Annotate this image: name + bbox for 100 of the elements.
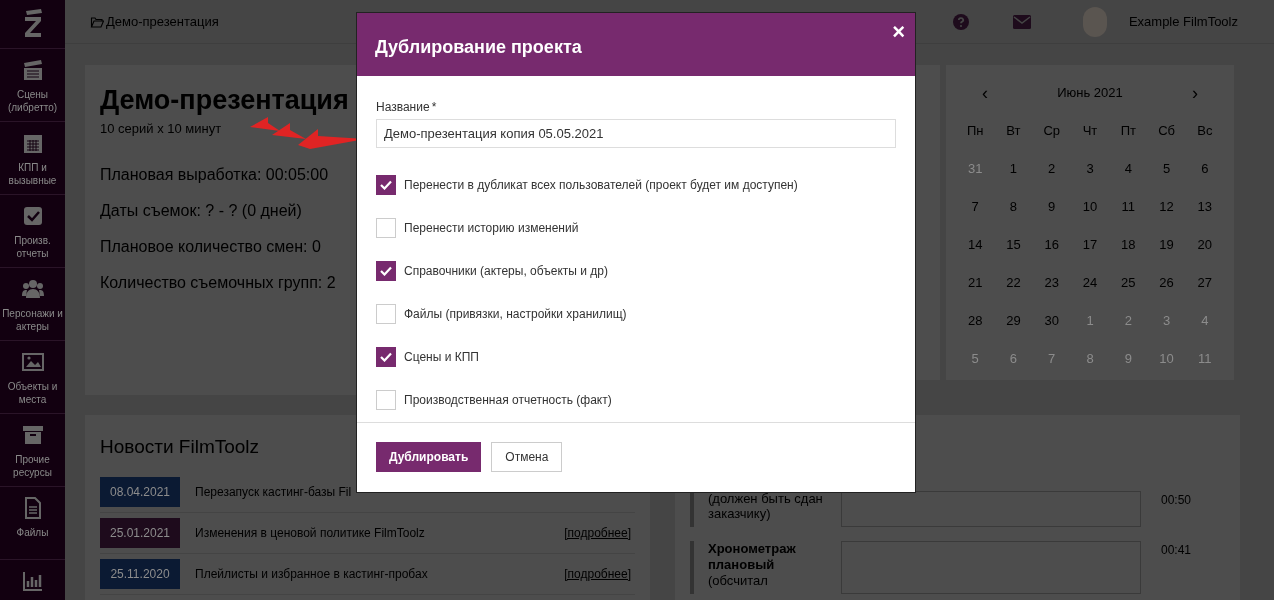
weekday-label: Пн (966, 121, 984, 140)
calendar-day[interactable]: 23 (1044, 272, 1059, 311)
sidebar-item[interactable]: Файлы (0, 486, 65, 559)
checkbox-label: Файлы (привязки, настройки хранилищ) (404, 305, 627, 323)
calendar-icon (21, 132, 44, 154)
checkbox[interactable] (376, 389, 396, 410)
calendar-day[interactable]: 9 (1124, 348, 1132, 387)
checkbox[interactable] (376, 260, 396, 281)
news-title: Новости FilmToolz (100, 435, 260, 459)
checkbox[interactable] (376, 217, 396, 238)
checkbox-label: Сцены и КПП (404, 348, 479, 366)
people-icon (21, 278, 44, 300)
calendar-day[interactable]: 3 (1086, 158, 1094, 197)
calendar-day[interactable]: 7 (1048, 348, 1056, 387)
calendar-day[interactable]: 15 (1006, 234, 1021, 273)
calendar-day[interactable]: 31 (967, 158, 983, 197)
calendar-day[interactable]: 10 (1082, 196, 1098, 235)
calendar-day[interactable]: 13 (1197, 196, 1213, 235)
calendar-day[interactable]: 10 (1159, 348, 1174, 387)
checkbox[interactable] (376, 346, 396, 367)
field-label: Название (376, 100, 430, 114)
calendar-day[interactable]: 6 (1201, 158, 1209, 197)
bar-chart-icon (21, 570, 44, 592)
weekday-label: Пт (1120, 121, 1136, 140)
project-subtitle: 10 серий x 10 минут (100, 120, 222, 138)
weekday-label: Сб (1158, 121, 1175, 140)
duplicate-button[interactable]: Дублировать (376, 441, 482, 472)
timing-note: (должен быть сдан заказчику) (708, 491, 824, 521)
calendar-day[interactable]: 30 (1044, 310, 1059, 349)
calendar-day[interactable]: 27 (1197, 272, 1213, 311)
stat-line: Даты съемок: ? - ? (0 дней) (100, 200, 302, 221)
calendar-day[interactable]: 21 (967, 272, 983, 311)
date-badge: 08.04.2021 (100, 476, 180, 507)
stat-line: Плановая выработка: 00:05:00 (100, 164, 329, 185)
timing-title: Хронометраж плановый (708, 541, 797, 573)
sidebar-item[interactable]: Сцены (либретто) (0, 48, 65, 121)
calendar-day[interactable]: 29 (1006, 310, 1021, 349)
weekday-label: Ср (1043, 121, 1060, 140)
calendar-day[interactable]: 12 (1159, 196, 1174, 235)
calendar-day[interactable]: 11 (1198, 348, 1212, 387)
dialog-title: Дублирование проекта (375, 36, 582, 59)
calendar-day[interactable]: 4 (1124, 158, 1132, 197)
checkbox[interactable] (376, 303, 396, 324)
breadcrumb-link[interactable]: Демо-презентация (106, 11, 219, 32)
calendar-day[interactable]: 2 (1124, 310, 1132, 349)
calendar-day[interactable]: 20 (1197, 234, 1213, 273)
checkbox-icon (21, 205, 44, 227)
calendar-day[interactable]: 6 (1009, 348, 1018, 387)
user-name[interactable]: Example FilmToolz (1128, 11, 1238, 32)
calendar-day[interactable]: 16 (1044, 234, 1059, 273)
previous-month-button[interactable]: ‹ (982, 83, 988, 102)
calendar-day[interactable]: 4 (1201, 310, 1209, 349)
sidebar-item[interactable]: Произв. отчеты (0, 194, 65, 267)
next-month-button[interactable]: › (1192, 83, 1198, 102)
close-button[interactable]: × (892, 21, 905, 43)
calendar-day[interactable]: 14 (967, 234, 983, 273)
calendar-day[interactable]: 2 (1048, 158, 1056, 197)
calendar-day[interactable]: 5 (971, 348, 979, 387)
help-icon[interactable] (952, 13, 969, 30)
sidebar-item[interactable]: КПП и вызывные (0, 121, 65, 194)
check-icon (380, 179, 392, 190)
checkbox-label: Перенести историю изменений (404, 219, 579, 237)
calendar-day[interactable]: 1 (1009, 158, 1018, 197)
calendar-day[interactable]: 5 (1162, 158, 1171, 197)
calendar-day[interactable]: 22 (1006, 272, 1021, 311)
calendar-day[interactable]: 7 (971, 196, 979, 235)
weekday-label: Чт (1082, 121, 1098, 140)
calendar-day[interactable]: 18 (1121, 234, 1136, 273)
calendar-day[interactable]: 11 (1121, 196, 1136, 235)
more-link[interactable]: [подробнее] (564, 564, 631, 583)
calendar-day[interactable]: 8 (1086, 348, 1094, 387)
calendar-day[interactable]: 1 (1086, 310, 1094, 349)
calendar-day[interactable]: 8 (1009, 196, 1018, 235)
check-icon (380, 265, 392, 276)
news-headline[interactable]: Перезапуск кастинг-базы Fil (195, 482, 352, 501)
calendar-day[interactable]: 25 (1121, 272, 1136, 311)
cancel-button[interactable]: Отмена (491, 441, 563, 472)
stat-line: Количество съемочных групп: 2 (100, 272, 336, 293)
calendar-day[interactable]: 24 (1082, 272, 1098, 311)
weekday-label: Вт (1006, 121, 1021, 140)
more-link[interactable]: [подробнее] (564, 523, 631, 542)
calendar-day[interactable]: 3 (1162, 310, 1171, 349)
weekday-label: Вс (1197, 121, 1213, 140)
news-headline[interactable]: Плейлисты и избранное в кастинг-пробах (195, 564, 428, 583)
calendar-day[interactable]: 26 (1159, 272, 1174, 311)
sidebar-item[interactable]: Прочие ресурсы (0, 413, 65, 486)
news-headline[interactable]: Изменения в ценовой политике FilmToolz (195, 523, 425, 542)
sidebar-item[interactable]: Персонажи и актеры (0, 267, 65, 340)
check-icon (380, 351, 392, 362)
stat-line: Плановое количество смен: 0 (100, 236, 321, 257)
calendar-day[interactable]: 17 (1082, 234, 1098, 273)
mail-icon[interactable] (1012, 14, 1031, 29)
date-badge: 25.11.2020 (100, 558, 180, 589)
calendar-day[interactable]: 28 (967, 310, 983, 349)
name-input[interactable]: Демо-презентация копия 05.05.2021 (376, 119, 896, 148)
time-label: 00:41 (1161, 542, 1192, 559)
calendar-day[interactable]: 9 (1048, 196, 1056, 235)
checkbox[interactable] (376, 174, 396, 195)
sidebar-item[interactable]: Объекты и места (0, 340, 65, 413)
calendar-day[interactable]: 19 (1159, 234, 1174, 273)
